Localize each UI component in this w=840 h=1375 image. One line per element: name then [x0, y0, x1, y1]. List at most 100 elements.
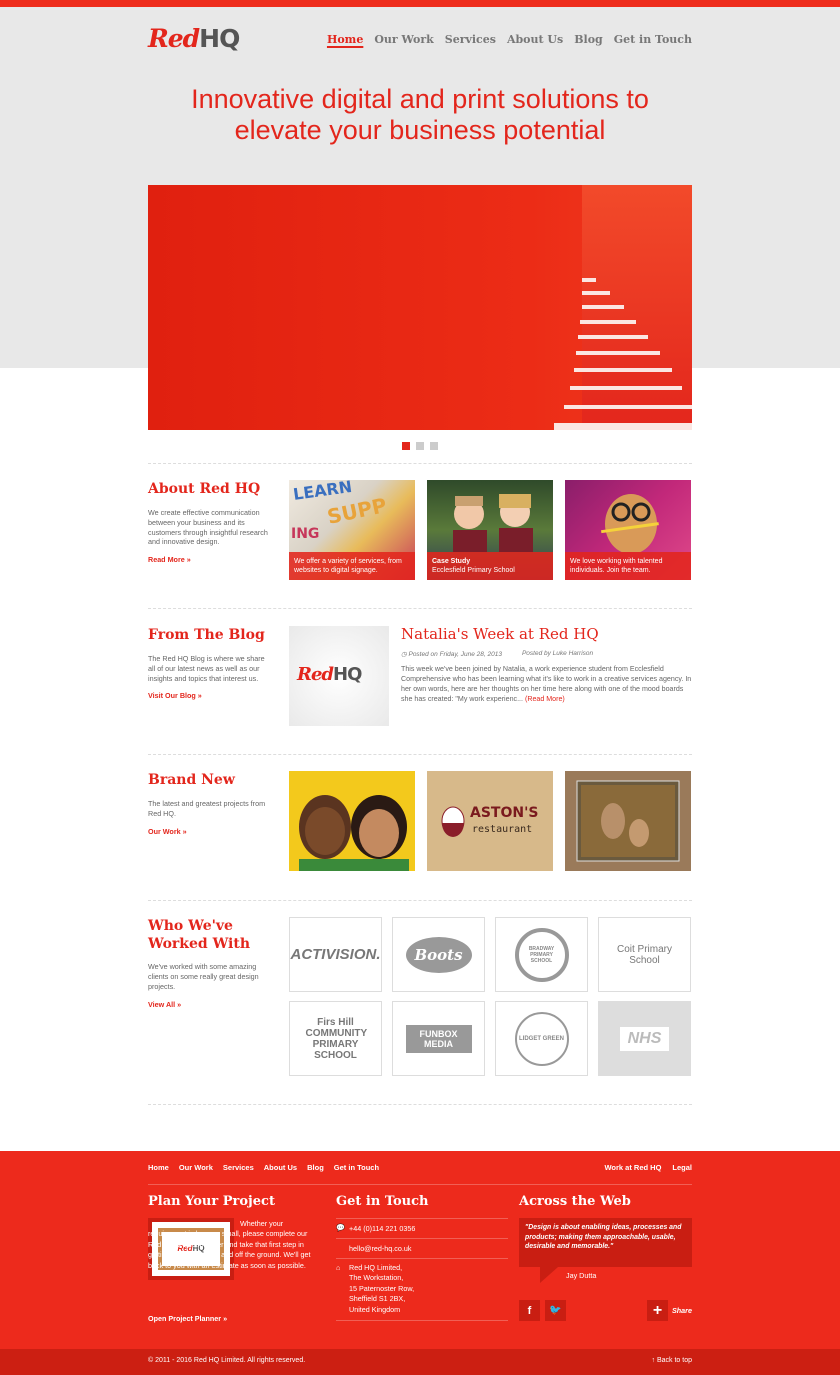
slider-dot-2[interactable] — [416, 442, 424, 450]
footer-nav-home[interactable]: Home — [148, 1163, 169, 1172]
footer-nav-work-at-red-hq[interactable]: Work at Red HQ — [604, 1163, 661, 1172]
blog-title: From The Blog — [148, 627, 265, 643]
students-photo — [453, 494, 533, 552]
copyright-text: © 2011 - 2016 Red HQ Limited. All rights… — [148, 1357, 306, 1364]
clients-title-line-2: Worked With — [148, 936, 251, 952]
stair-step — [582, 278, 596, 282]
nav-about-us[interactable]: About Us — [507, 33, 563, 46]
client-logo-bradway[interactable]: BRADWAY PRIMARY SCHOOL — [495, 917, 588, 992]
divider — [148, 754, 692, 755]
services-tile[interactable]: LEARN SUPP ING We offer a variety of ser… — [289, 480, 415, 580]
contact-bottom-line — [336, 1320, 508, 1321]
client-logo-coit[interactable]: Coit Primary School — [598, 917, 691, 992]
contact-phone[interactable]: 💬 +44 (0)114 221 0356 — [336, 1218, 508, 1238]
nav-our-work[interactable]: Our Work — [374, 33, 433, 46]
children-photo — [299, 795, 409, 871]
astons-name: ASTON'S — [470, 805, 539, 821]
read-more-link[interactable]: (Read More) — [525, 695, 565, 703]
tile-caption: We love working with talented individual… — [565, 552, 691, 580]
address-line-1: Red HQ Limited, — [349, 1263, 403, 1272]
client-logo-firs-hill[interactable]: Firs Hill COMMUNITY PRIMARY SCHOOL — [289, 1001, 382, 1076]
nav-get-in-touch[interactable]: Get in Touch — [614, 33, 692, 46]
slider-dots — [402, 442, 438, 450]
project-tile-children[interactable] — [289, 771, 415, 871]
stair-step — [576, 351, 660, 355]
footer-nav-our-work[interactable]: Our Work — [179, 1163, 213, 1172]
stair-step — [564, 405, 692, 409]
thumbnail-logo-red: Red — [297, 664, 334, 685]
logo-red-text: Red — [148, 24, 200, 53]
divider — [148, 463, 692, 464]
footer-divider — [148, 1184, 692, 1185]
contact-address: ⌂ Red HQ Limited, The Workstation, 15 Pa… — [336, 1258, 508, 1320]
tile-caption: We offer a variety of services, from web… — [289, 552, 415, 580]
client-name: Coit Primary School — [616, 943, 672, 966]
hero-slider[interactable] — [148, 185, 692, 430]
nhs-badge: NHS — [619, 1026, 670, 1051]
visit-blog-link[interactable]: Visit Our Blog » — [148, 691, 202, 700]
logo[interactable]: RedHQ — [148, 24, 260, 58]
client-name: LIDGET GREEN — [518, 1035, 564, 1042]
post-date: Posted on Friday, June 28, 2013 — [408, 651, 502, 658]
divider — [148, 608, 692, 609]
divider — [148, 1104, 692, 1105]
client-name: Boots — [414, 945, 463, 964]
share-plus-icon[interactable]: + — [647, 1300, 668, 1321]
footer-nav-right: Work at Red HQ Legal — [604, 1163, 692, 1172]
case-study-tile[interactable]: Case Study Ecclesfield Primary School — [427, 480, 553, 580]
footer-nav-get-in-touch[interactable]: Get in Touch — [334, 1163, 379, 1172]
logo-grey-text: HQ — [199, 24, 240, 53]
client-logo-funbox[interactable]: FUNBOX MEDIA — [392, 1001, 485, 1076]
nav-blog[interactable]: Blog — [574, 33, 603, 46]
tagline-line-2: elevate your business potential — [234, 115, 606, 145]
home-icon: ⌂ — [336, 1263, 341, 1272]
facebook-icon[interactable]: f — [519, 1300, 540, 1321]
view-all-link[interactable]: View All » — [148, 1000, 181, 1009]
project-tile-deer[interactable] — [565, 771, 691, 871]
address-line-4: Sheffield S1 2BX, — [349, 1294, 406, 1304]
about-read-more-link[interactable]: Read More » — [148, 555, 191, 564]
stair-step — [580, 320, 636, 324]
stair-step — [554, 423, 692, 430]
svg-text:LEARN: LEARN — [292, 480, 353, 504]
stair-step — [570, 386, 682, 390]
thumbnail-logo: RedHQ — [297, 664, 362, 685]
our-work-link[interactable]: Our Work » — [148, 827, 187, 836]
phone-number: +44 (0)114 221 0356 — [349, 1224, 416, 1233]
blog-post-title[interactable]: Natalia's Week at Red HQ — [401, 625, 599, 643]
footer-nav-about-us[interactable]: About Us — [264, 1163, 297, 1172]
share-link[interactable]: Share — [672, 1306, 692, 1315]
back-to-top-link[interactable]: ↑ Back to top — [652, 1357, 692, 1364]
plan-project-title: Plan Your Project — [148, 1194, 275, 1209]
get-in-touch-title: Get in Touch — [336, 1194, 429, 1209]
deer-frame-photo — [565, 771, 691, 871]
nav-home[interactable]: Home — [327, 33, 363, 46]
client-name: ACTIVISION. — [290, 946, 381, 963]
post-author: Posted by Luke Harrison — [521, 650, 594, 657]
clients-title: Who We've Worked With — [148, 917, 250, 953]
open-project-planner-link[interactable]: Open Project Planner » — [148, 1314, 227, 1323]
footer-nav-legal[interactable]: Legal — [672, 1163, 692, 1172]
footer-nav-blog[interactable]: Blog — [307, 1163, 324, 1172]
tile-caption-bold: Case Study — [432, 558, 471, 565]
client-logo-boots[interactable]: Boots — [392, 917, 485, 992]
slider-dot-3[interactable] — [430, 442, 438, 450]
client-logo-activision[interactable]: ACTIVISION. — [289, 917, 382, 992]
clock-icon: ◷ — [401, 651, 407, 658]
stair-step — [574, 368, 672, 372]
footer-nav-services[interactable]: Services — [223, 1163, 254, 1172]
slider-dot-1[interactable] — [402, 442, 410, 450]
twitter-icon[interactable]: 🐦 — [545, 1300, 566, 1321]
tile-caption-text: Ecclesfield Primary School — [432, 567, 515, 574]
blog-post-thumbnail[interactable]: RedHQ — [289, 626, 389, 726]
careers-tile[interactable]: We love working with talented individual… — [565, 480, 691, 580]
project-tile-astons[interactable]: ASTON'S restaurant — [427, 771, 553, 871]
nav-services[interactable]: Services — [445, 33, 496, 46]
hero-tagline: Innovative digital and print solutions t… — [148, 84, 692, 146]
astons-restaurant-logo — [441, 806, 465, 837]
address-line-2: The Workstation, — [349, 1273, 404, 1283]
tile-caption: Case Study Ecclesfield Primary School — [427, 552, 553, 580]
client-logo-lidget-green[interactable]: LIDGET GREEN — [495, 1001, 588, 1076]
client-logo-nhs[interactable]: NHS — [598, 1001, 691, 1076]
contact-email[interactable]: hello@red-hq.co.uk — [336, 1238, 508, 1258]
